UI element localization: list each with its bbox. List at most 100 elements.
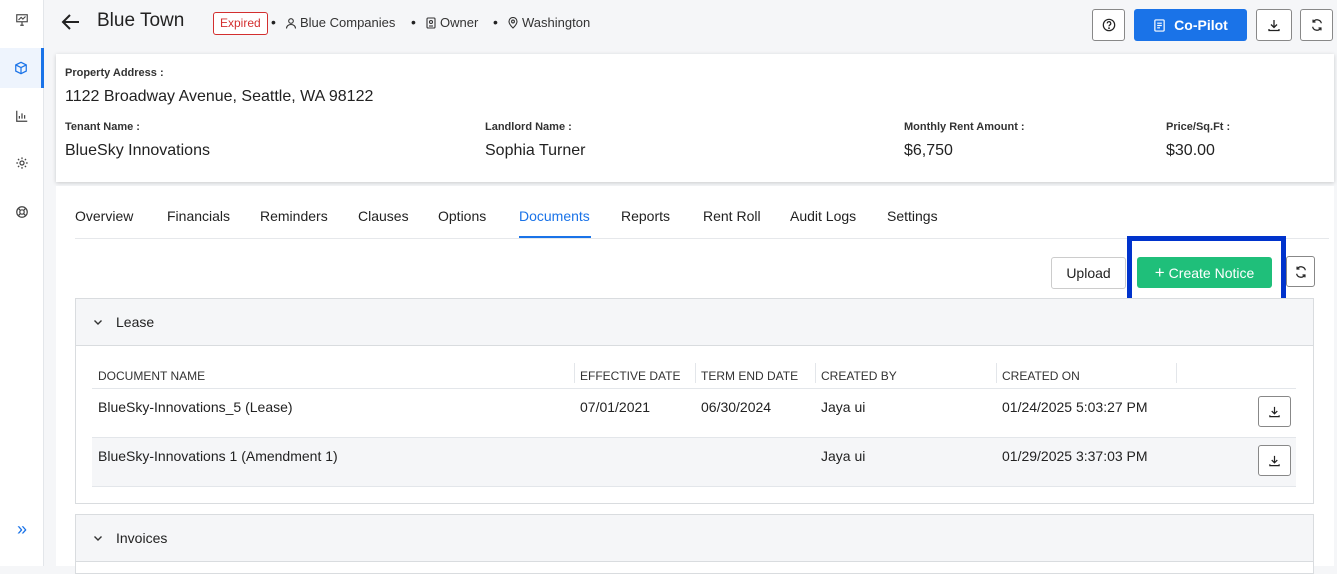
- landlord-name-value: Sophia Turner: [485, 142, 586, 159]
- separator-dot: •: [493, 14, 498, 30]
- lifebuoy-icon: [16, 206, 28, 218]
- lease-section: Lease DOCUMENT NAME EFFECTIVE DATE TERM …: [75, 298, 1314, 504]
- created-by: Jaya ui: [821, 448, 866, 464]
- tab-bar: Overview Financials Reminders Clauses Op…: [75, 186, 1329, 239]
- column-header-created-on: CREATED ON: [1002, 369, 1080, 383]
- create-notice-label: Create Notice: [1168, 264, 1255, 281]
- presentation-icon: [16, 14, 28, 26]
- arrow-left-icon: [61, 14, 79, 30]
- property-address-value: 1122 Broadway Avenue, Seattle, WA 98122: [65, 88, 374, 105]
- download-document-button[interactable]: [1258, 396, 1291, 427]
- download-icon: [1268, 20, 1280, 32]
- refresh-documents-button[interactable]: [1286, 256, 1315, 287]
- column-divider: [695, 363, 696, 383]
- chevron-down-icon: [94, 536, 102, 541]
- separator-dot: •: [271, 14, 276, 30]
- document-icon: [1154, 18, 1165, 32]
- chevron-down-icon: [94, 320, 102, 325]
- column-divider: [574, 363, 575, 383]
- column-divider: [996, 363, 997, 383]
- main-area: Blue Town Expired • Blue Companies • Own…: [45, 0, 1337, 574]
- tab-options[interactable]: Options: [438, 208, 486, 224]
- location-meta: Washington: [507, 15, 590, 30]
- tab-reminders[interactable]: Reminders: [260, 208, 328, 224]
- page-header: Blue Town Expired • Blue Companies • Own…: [45, 0, 1337, 50]
- tab-settings[interactable]: Settings: [887, 208, 938, 224]
- tab-reports[interactable]: Reports: [621, 208, 670, 224]
- refresh-button[interactable]: [1300, 9, 1333, 41]
- status-badge: Expired: [213, 12, 268, 35]
- sidebar-item-properties[interactable]: [0, 48, 44, 88]
- created-on: 01/24/2025 5:03:27 PM: [1002, 399, 1148, 415]
- invoices-section-header[interactable]: Invoices: [76, 515, 1313, 562]
- sidebar-item-analytics[interactable]: [0, 96, 44, 136]
- created-by: Jaya ui: [821, 399, 866, 415]
- created-on: 01/29/2025 3:37:03 PM: [1002, 448, 1148, 464]
- column-header-term-end-date: TERM END DATE: [701, 369, 799, 383]
- back-button[interactable]: [59, 10, 83, 34]
- active-tab-indicator: [519, 236, 591, 238]
- term-end-date: 06/30/2024: [701, 399, 772, 415]
- cube-icon: [14, 61, 27, 75]
- page-title: Blue Town: [97, 10, 185, 31]
- refresh-icon: [1311, 19, 1322, 31]
- documents-panel: Overview Financials Reminders Clauses Op…: [56, 186, 1334, 574]
- download-icon: [1269, 455, 1280, 467]
- price-sqft-value: $30.00: [1166, 142, 1215, 159]
- company-meta: Blue Companies: [285, 15, 395, 30]
- tab-rent-roll[interactable]: Rent Roll: [703, 208, 761, 224]
- help-button[interactable]: [1092, 9, 1125, 41]
- tenant-name-label: Tenant Name :: [65, 121, 140, 133]
- lease-section-title: Lease: [116, 314, 155, 330]
- column-header-created-by: CREATED BY: [821, 369, 897, 383]
- user-icon: [285, 17, 297, 29]
- effective-date: 07/01/2021: [580, 399, 651, 415]
- download-icon: [1269, 406, 1280, 418]
- copilot-label: Co-Pilot: [1174, 17, 1228, 33]
- column-header-document-name: DOCUMENT NAME: [98, 369, 206, 383]
- sidebar-item-settings[interactable]: [0, 143, 44, 183]
- copilot-button[interactable]: Co-Pilot: [1134, 9, 1247, 41]
- create-notice-button[interactable]: + Create Notice: [1137, 257, 1272, 288]
- sidebar-item-support[interactable]: [0, 192, 44, 232]
- double-chevron-right-icon: »: [16, 518, 27, 539]
- separator-dot: •: [411, 14, 416, 30]
- landlord-name-label: Landlord Name :: [485, 121, 572, 133]
- sidebar: »: [0, 0, 44, 566]
- monthly-rent-label: Monthly Rent Amount :: [904, 121, 1025, 133]
- invoices-section-title: Invoices: [116, 530, 168, 546]
- tab-audit-logs[interactable]: Audit Logs: [790, 208, 856, 224]
- property-details-card: Property Address : 1122 Broadway Avenue,…: [56, 54, 1334, 182]
- table-row: BlueSky-Innovations_5 (Lease) 07/01/2021…: [92, 389, 1296, 438]
- bar-chart-icon: [16, 110, 28, 122]
- tab-financials[interactable]: Financials: [167, 208, 230, 224]
- monthly-rent-value: $6,750: [904, 142, 953, 159]
- tenant-name-value: BlueSky Innovations: [65, 142, 210, 159]
- location-pin-icon: [508, 16, 518, 29]
- plus-icon: +: [1154, 263, 1165, 282]
- role-meta: Owner: [425, 15, 478, 30]
- price-sqft-label: Price/Sq.Ft :: [1166, 121, 1231, 133]
- column-divider: [815, 363, 816, 383]
- expand-sidebar-button[interactable]: »: [0, 512, 44, 546]
- column-divider: [1176, 363, 1177, 383]
- table-row: BlueSky-Innovations 1 (Amendment 1) Jaya…: [92, 438, 1296, 487]
- location-name: Washington: [522, 15, 591, 30]
- tab-clauses[interactable]: Clauses: [358, 208, 409, 224]
- refresh-icon: [1295, 265, 1306, 278]
- document-name[interactable]: BlueSky-Innovations_5 (Lease): [98, 399, 293, 415]
- lease-section-header[interactable]: Lease: [76, 299, 1313, 346]
- sidebar-item-presentation[interactable]: [0, 0, 44, 40]
- help-circle-icon: [1102, 18, 1115, 32]
- upload-button[interactable]: Upload: [1051, 257, 1126, 289]
- download-button[interactable]: [1256, 9, 1292, 41]
- invoices-section: Invoices: [75, 514, 1314, 574]
- tab-overview[interactable]: Overview: [75, 208, 133, 224]
- document-name[interactable]: BlueSky-Innovations 1 (Amendment 1): [98, 448, 338, 464]
- company-name: Blue Companies: [300, 15, 396, 30]
- id-badge-icon: [426, 16, 436, 29]
- download-document-button[interactable]: [1258, 445, 1291, 476]
- gear-icon: [16, 157, 28, 169]
- tab-documents[interactable]: Documents: [519, 208, 590, 224]
- property-address-label: Property Address :: [65, 67, 164, 79]
